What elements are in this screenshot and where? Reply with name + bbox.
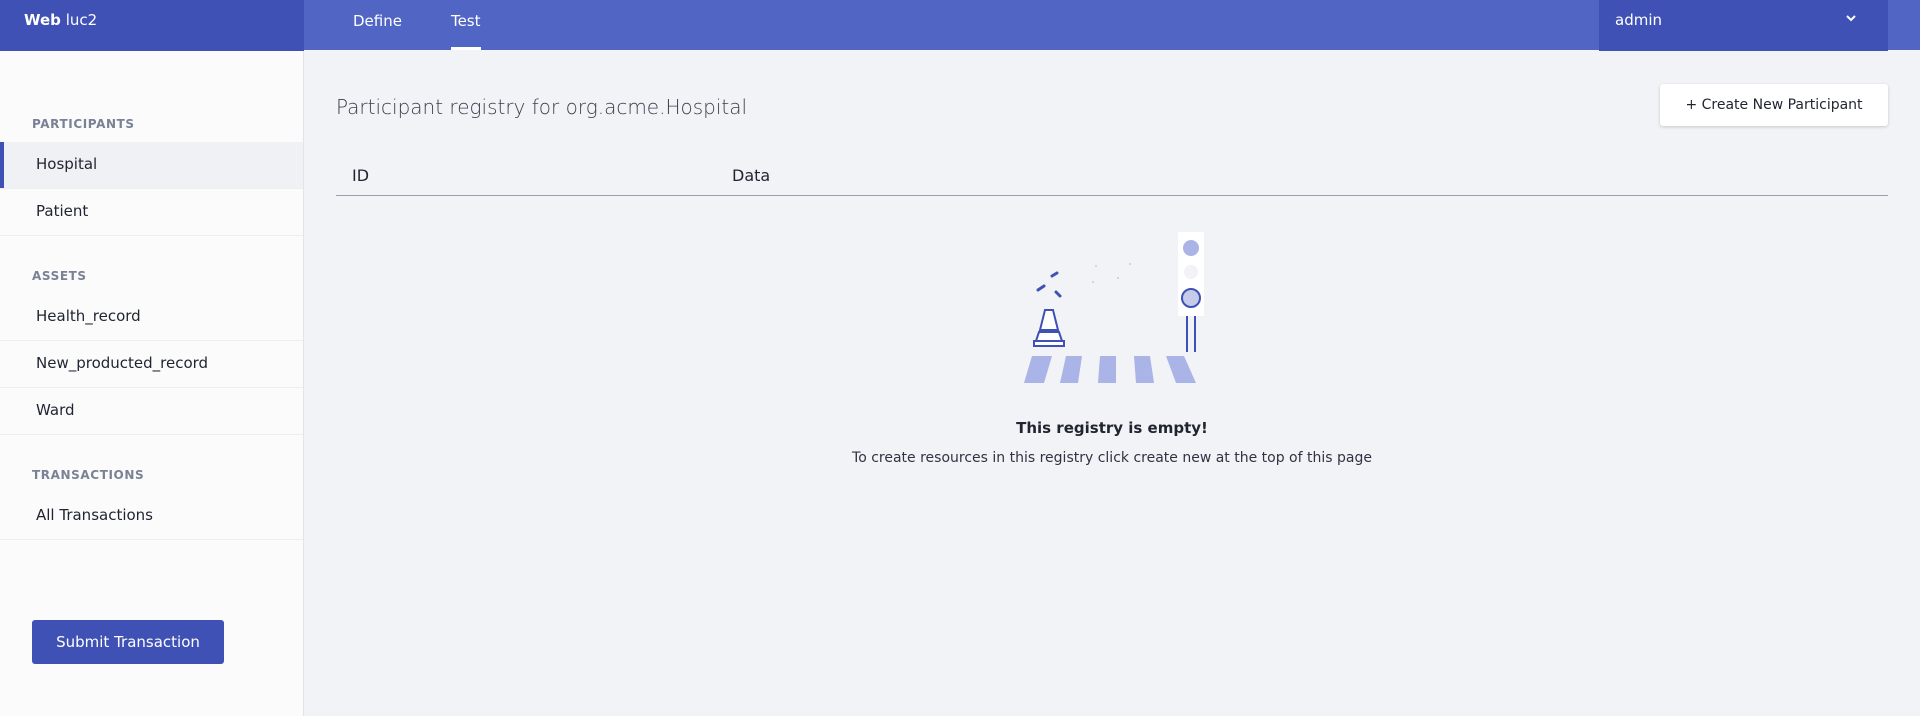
chevron-down-icon [1846, 15, 1856, 22]
sidebar: PARTICIPANTS Hospital Patient ASSETS Hea… [0, 51, 304, 716]
tab-define[interactable]: Define [353, 0, 402, 50]
column-header-data: Data [732, 166, 771, 185]
empty-state-title: This registry is empty! [1016, 419, 1208, 437]
app-brand[interactable]: Web luc2 [0, 0, 304, 51]
assets-heading: ASSETS [32, 269, 87, 283]
empty-registry-illustration [1024, 232, 1204, 383]
submit-transaction-button[interactable]: Submit Transaction [32, 620, 224, 664]
sidebar-item-hospital[interactable]: Hospital [0, 142, 303, 189]
user-menu[interactable]: admin [1599, 0, 1888, 51]
page-title: Participant registry for org.acme.Hospit… [336, 95, 748, 119]
participants-heading: PARTICIPANTS [32, 117, 135, 131]
create-new-participant-button[interactable]: + Create New Participant [1660, 84, 1888, 126]
table-header: ID Data [336, 156, 1888, 196]
sidebar-item-patient[interactable]: Patient [0, 189, 303, 236]
top-tabs: Define Test [304, 0, 481, 50]
column-header-id: ID [352, 166, 370, 185]
sidebar-item-all-transactions[interactable]: All Transactions [0, 493, 303, 540]
empty-state-text: To create resources in this registry cli… [852, 450, 1372, 466]
sidebar-item-health-record[interactable]: Health_record [0, 294, 303, 341]
user-name: admin [1615, 11, 1662, 29]
transactions-heading: TRANSACTIONS [32, 468, 145, 482]
sidebar-item-new-producted-record[interactable]: New_producted_record [0, 341, 303, 388]
brand-name: luc2 [60, 11, 98, 29]
brand-bold: Web [24, 11, 61, 29]
top-bar: Web luc2 Define Test admin [0, 0, 1920, 51]
tab-test[interactable]: Test [450, 0, 481, 50]
